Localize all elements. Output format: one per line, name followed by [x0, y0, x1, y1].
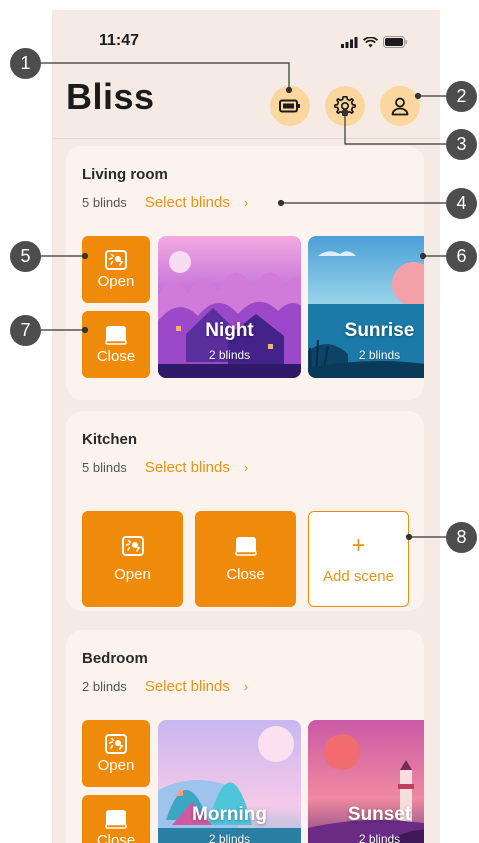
callout-marker: 6 — [446, 241, 477, 272]
callout-marker: 1 — [10, 48, 41, 79]
callout-marker: 3 — [446, 129, 477, 160]
callout-marker: 2 — [446, 81, 477, 112]
callout-marker: 5 — [10, 241, 41, 272]
callout-marker: 7 — [10, 315, 41, 346]
callout-marker: 4 — [446, 188, 477, 219]
callout-leader-lines — [40, 62, 446, 541]
callout-marker: 8 — [446, 522, 477, 553]
